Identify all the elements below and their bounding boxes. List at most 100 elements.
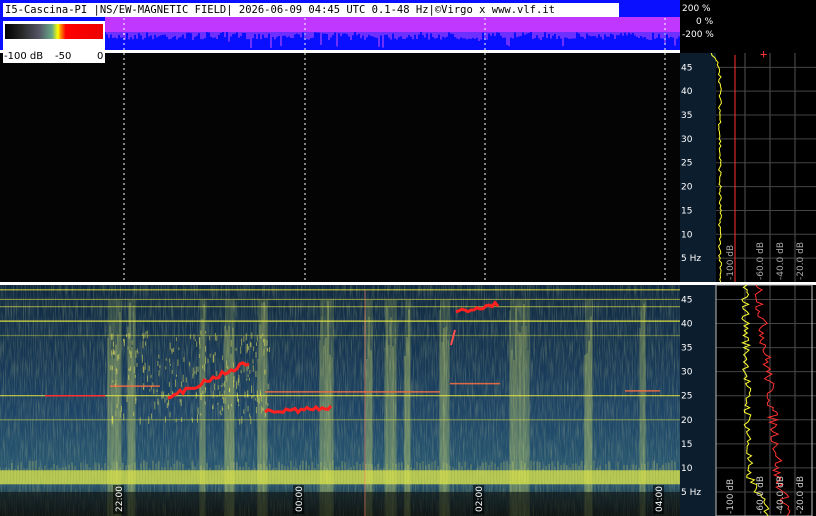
noise-speck <box>131 340 133 345</box>
noise-speck <box>267 402 269 407</box>
noise-speck <box>245 333 247 341</box>
noise-speck <box>203 363 205 372</box>
noise-speck <box>118 354 120 360</box>
noise-speck <box>157 361 159 367</box>
color-scale-mid: -50 <box>55 51 72 62</box>
noise-speck <box>258 397 260 404</box>
noise-speck <box>117 396 119 405</box>
noise-speck <box>199 353 201 358</box>
noise-speck <box>261 396 263 402</box>
noise-speck <box>207 358 209 364</box>
noise-speck <box>169 342 171 350</box>
noise-speck <box>261 406 263 414</box>
panel-separator <box>0 282 816 285</box>
noise-speck <box>135 350 137 358</box>
time-tick-label: 04:00 <box>655 486 665 512</box>
freq-tick-label: 25 <box>681 159 692 169</box>
freq-tick-label: 45 <box>681 295 692 305</box>
noise-speck <box>175 337 177 341</box>
noise-speck <box>202 390 204 395</box>
freq-tick-label: 45 <box>681 63 692 73</box>
spectrum-db-label: -40.0 dB <box>776 242 786 280</box>
noise-speck <box>265 396 267 405</box>
noise-speck <box>133 366 135 374</box>
noise-speck <box>249 413 251 418</box>
noise-speck <box>248 377 250 381</box>
noise-speck <box>175 379 177 387</box>
freq-tick-label: 20 <box>681 416 693 426</box>
noise-speck <box>230 339 232 347</box>
noise-speck <box>240 346 242 354</box>
noise-speck <box>112 380 114 383</box>
noise-speck <box>146 330 148 339</box>
noise-speck <box>129 366 131 372</box>
noise-speck <box>169 363 171 366</box>
noise-speck <box>246 378 248 381</box>
freq-tick-label: 15 <box>681 440 692 450</box>
noise-speck <box>236 381 238 390</box>
noise-speck <box>157 401 159 406</box>
noise-speck <box>227 404 229 410</box>
noise-speck <box>123 338 125 344</box>
noise-speck <box>149 388 151 392</box>
noise-speck <box>235 347 237 351</box>
noise-speck <box>255 406 257 414</box>
freq-tick-label: 30 <box>681 368 693 378</box>
noise-speck <box>112 348 114 355</box>
spectrum-db-label: -40.0 dB <box>776 476 786 514</box>
noise-speck <box>262 407 264 411</box>
noise-speck <box>217 385 219 390</box>
noise-speck <box>197 407 199 415</box>
color-scale-min: -100 dB <box>4 51 44 62</box>
time-tick-label: 02:00 <box>475 486 485 512</box>
noise-speck <box>133 411 135 417</box>
noise-speck <box>144 362 146 370</box>
amplitude-label-zero: 0 % <box>696 17 714 27</box>
noise-speck <box>264 369 266 375</box>
noise-speck <box>116 368 118 375</box>
noise-speck <box>127 346 129 350</box>
noise-speck <box>150 374 152 378</box>
noise-speck <box>217 402 219 405</box>
noise-speck <box>115 410 117 417</box>
freq-tick-label: 15 <box>681 206 692 216</box>
noise-speck <box>237 378 239 386</box>
noise-speck <box>253 346 255 352</box>
freq-tick-label: 25 <box>681 392 692 402</box>
noise-speck <box>200 413 202 416</box>
color-scale-gradient <box>5 24 103 39</box>
spectrum-db-label: -60.0 dB <box>756 476 766 514</box>
noise-speck <box>192 367 194 376</box>
upper-cursor-mark: + <box>760 47 767 61</box>
noise-speck <box>194 339 196 342</box>
noise-speck <box>266 340 268 346</box>
noise-speck <box>141 354 143 363</box>
noise-speck <box>263 348 265 356</box>
noise-speck <box>222 355 224 361</box>
spectrum-db-label: -20.0 dB <box>796 242 806 280</box>
noise-speck <box>241 338 243 346</box>
noise-speck <box>128 375 130 380</box>
noise-speck <box>128 368 130 371</box>
noise-speck <box>243 364 245 373</box>
noise-speck <box>216 336 218 341</box>
noise-speck <box>214 332 216 341</box>
noise-speck <box>135 398 137 404</box>
noise-speck <box>205 387 207 390</box>
noise-speck <box>212 391 214 398</box>
noise-speck <box>171 370 173 374</box>
noise-speck <box>255 342 257 346</box>
freq-unit-label: 5 Hz <box>681 254 701 264</box>
noise-speck <box>119 410 121 418</box>
noise-speck <box>250 342 252 348</box>
noise-speck <box>226 375 228 382</box>
freq-tick-label: 20 <box>681 183 693 193</box>
noise-speck <box>247 405 249 412</box>
noise-speck <box>136 348 138 353</box>
noise-speck <box>205 356 207 364</box>
noise-speck <box>227 366 229 370</box>
amplitude-trace <box>105 17 680 32</box>
noise-speck <box>180 399 182 406</box>
noise-speck <box>111 333 113 340</box>
freq-tick-label: 40 <box>681 87 693 97</box>
